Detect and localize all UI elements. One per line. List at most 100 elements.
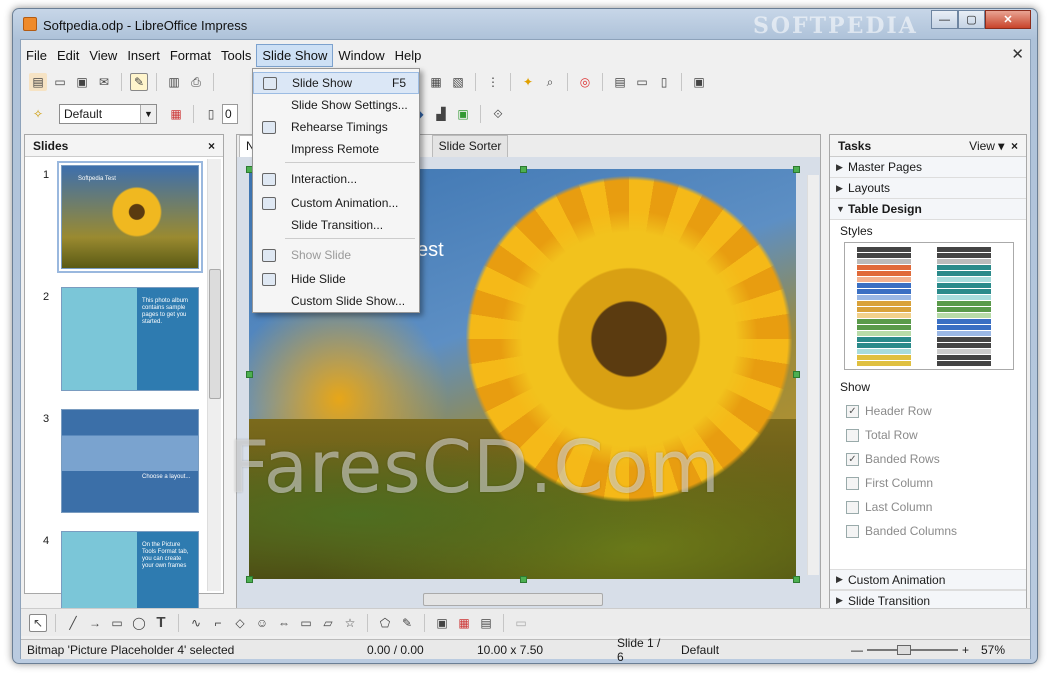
tasks-pane-close-icon[interactable]: × [1011, 139, 1018, 153]
option-first-column[interactable]: First Column [830, 470, 1026, 494]
slide-layout-icon[interactable]: ▤ [611, 73, 629, 91]
select-arrow-icon[interactable]: ↖ [29, 613, 47, 632]
save-icon[interactable]: ▣ [73, 73, 91, 91]
line-width-field[interactable]: 0 [222, 104, 238, 124]
table-icon[interactable]: ▦ [427, 73, 445, 91]
curve-icon[interactable]: ∿ [187, 614, 205, 632]
stars-icon[interactable]: ☆ [341, 614, 359, 632]
image-from-file-icon[interactable]: ▣ [433, 614, 451, 632]
menu-insert[interactable]: Insert [122, 45, 165, 66]
toggle-extrusion-icon[interactable]: ▭ [512, 614, 530, 632]
edit-file-icon[interactable]: ✎ [130, 73, 148, 91]
slide-preview[interactable]: This photo album contains sample pages t… [61, 287, 199, 391]
option-total-row[interactable]: Total Row [830, 422, 1026, 446]
group-icon[interactable]: ▣ [454, 105, 472, 123]
grid-icon[interactable]: ⋮ [484, 73, 502, 91]
tasks-view-menu[interactable]: View [969, 139, 995, 153]
flowchart-icon[interactable]: ▭ [297, 614, 315, 632]
display-views-icon[interactable]: ▭ [633, 73, 651, 91]
print-icon[interactable]: ⎙ [187, 73, 205, 91]
line-icon[interactable]: ╱ [64, 614, 82, 632]
area-icon[interactable]: ▦ [167, 105, 185, 123]
menu-item-custom-animation[interactable]: Custom Animation... [253, 192, 419, 214]
title-bar[interactable]: Softpedia.odp - LibreOffice Impress SOFT… [13, 9, 1037, 39]
checkbox[interactable]: ✓ [846, 404, 859, 418]
menu-item-hide-slide[interactable]: Hide Slide [253, 268, 419, 290]
status-zoom[interactable]: 57% [975, 643, 1011, 657]
menu-item-rehearse-timings[interactable]: Rehearse Timings [253, 116, 419, 138]
option-banded-rows[interactable]: ✓ Banded Rows [830, 446, 1026, 470]
callouts-icon[interactable]: ▱ [319, 614, 337, 632]
slide-thumbnail-3[interactable]: 3 Choose a layout... [31, 409, 211, 519]
basic-shapes-icon[interactable]: ◇ [231, 614, 249, 632]
insert-object-icon[interactable]: ▧ [449, 73, 467, 91]
checkbox[interactable] [846, 428, 859, 442]
menu-file[interactable]: File [21, 45, 52, 66]
menu-view[interactable]: View [84, 45, 122, 66]
menu-format[interactable]: Format [165, 45, 216, 66]
checkbox[interactable]: ✓ [846, 452, 859, 466]
rectangle-icon[interactable]: ▭ [108, 614, 126, 632]
editor-vertical-scrollbar[interactable] [807, 175, 819, 575]
block-arrows-icon[interactable]: ⇔ [275, 614, 293, 632]
slide-preview[interactable]: Choose a layout... [61, 409, 199, 513]
table-styles-gallery[interactable] [844, 242, 1014, 370]
menu-item-impress-remote[interactable]: Impress Remote [253, 138, 419, 160]
task-section-layouts[interactable]: ▶ Layouts [830, 178, 1026, 199]
new-icon[interactable]: ▤ [29, 73, 47, 91]
maximize-button[interactable]: ▢ [958, 10, 985, 29]
open-icon[interactable]: ▭ [51, 73, 69, 91]
slides-pane-close-icon[interactable]: × [208, 139, 215, 153]
menu-slide-show[interactable]: Slide Show [256, 43, 334, 67]
close-document-icon[interactable]: ✕ [1011, 45, 1024, 63]
menu-window[interactable]: Window [333, 45, 389, 66]
option-header-row[interactable]: ✓ Header Row [830, 398, 1026, 422]
option-last-column[interactable]: Last Column [830, 494, 1026, 518]
task-section-custom-animation[interactable]: ▶ Custom Animation [830, 569, 1026, 590]
arrow-line-icon[interactable]: → [86, 614, 104, 632]
style-combo[interactable]: Default ▼ [59, 104, 157, 124]
close-window-button[interactable]: ✕ [985, 10, 1031, 29]
ellipse-icon[interactable]: ◯ [130, 614, 148, 632]
mail-icon[interactable]: ✉ [95, 73, 113, 91]
option-banded-columns[interactable]: Banded Columns [830, 518, 1026, 542]
zoom-icon[interactable]: ⌕ [541, 73, 559, 91]
task-section-table-design[interactable]: ▼ Table Design [830, 199, 1026, 220]
pdf-icon[interactable]: ▥ [165, 73, 183, 91]
editor-horizontal-scrollbar[interactable] [423, 593, 603, 606]
gallery-icon[interactable]: ▦ [455, 614, 473, 632]
help-icon[interactable]: ◎ [576, 73, 594, 91]
wand-icon[interactable]: ✧ [29, 105, 47, 123]
slide-thumbnail-1[interactable]: 1 Softpedia Test [31, 161, 211, 275]
arrange-icon[interactable]: ▟ [432, 105, 450, 123]
menu-item-interaction[interactable]: Interaction... [253, 168, 419, 190]
symbol-shapes-icon[interactable]: ☺ [253, 614, 271, 632]
master-slide-icon[interactable]: ▯ [655, 73, 673, 91]
view-tab-slide-sorter[interactable]: Slide Sorter [431, 135, 509, 157]
menu-item-slide-show[interactable]: Slide Show F5 [253, 72, 419, 94]
slide-title-text[interactable]: est [417, 239, 444, 262]
slides-scrollbar[interactable] [207, 159, 221, 591]
menu-help[interactable]: Help [390, 45, 427, 66]
zoom-slider[interactable]: — + [845, 643, 975, 657]
slide-preview[interactable]: Softpedia Test [57, 161, 203, 273]
checkbox[interactable] [846, 524, 859, 538]
star-icon[interactable]: ✦ [519, 73, 537, 91]
menu-tools[interactable]: Tools [216, 45, 256, 66]
points-icon[interactable]: ⬠ [376, 614, 394, 632]
shadow-icon[interactable]: ▯ [202, 105, 220, 123]
glue-points-icon[interactable]: ✎ [398, 614, 416, 632]
menu-edit[interactable]: Edit [52, 45, 84, 66]
connector-icon[interactable]: ⌐ [209, 614, 227, 632]
text-icon[interactable]: T [152, 614, 170, 632]
slide-thumbnail-2[interactable]: 2 This photo album contains sample pages … [31, 287, 211, 397]
interaction-toolbar-icon[interactable]: ⟐ [489, 105, 507, 123]
start-slideshow-icon[interactable]: ▣ [690, 73, 708, 91]
minimize-button[interactable]: — [931, 10, 958, 29]
menu-item-slide-transition[interactable]: Slide Transition... [253, 214, 419, 236]
checkbox[interactable] [846, 476, 859, 490]
task-section-master-pages[interactable]: ▶ Master Pages [830, 157, 1026, 178]
menu-item-custom-slide-show[interactable]: Custom Slide Show... [253, 290, 419, 312]
menu-item-slide-show-settings[interactable]: Slide Show Settings... [253, 94, 419, 116]
checkbox[interactable] [846, 500, 859, 514]
